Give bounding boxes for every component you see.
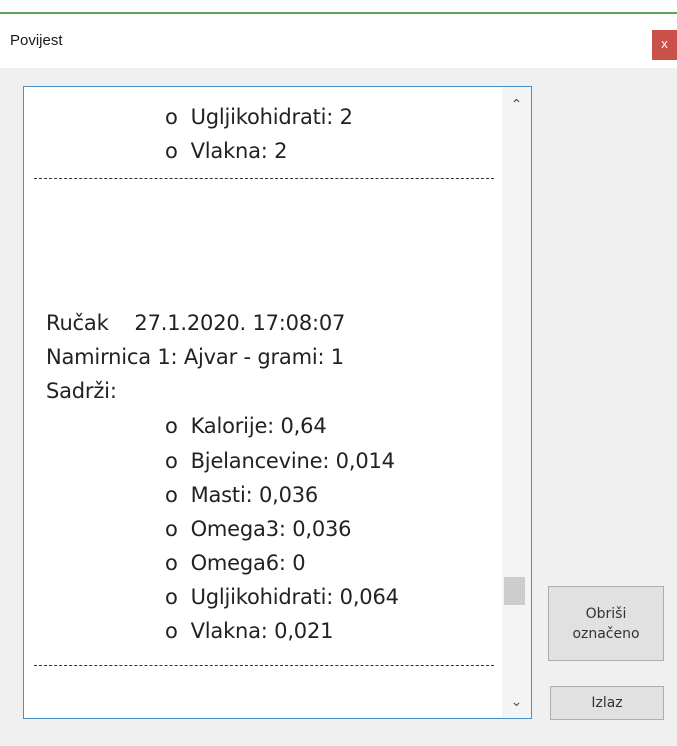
nutrient-line: o Vlakna: 0,021 — [165, 619, 334, 643]
scrollbar-thumb[interactable] — [504, 577, 525, 605]
nutrient-line: o Kalorije: 0,64 — [165, 414, 327, 438]
title-bar: Povijest x — [0, 14, 677, 68]
nutrient-line: o Ugljikohidrati: 2 — [165, 105, 353, 129]
close-button[interactable]: x — [652, 30, 677, 60]
exit-button[interactable]: Izlaz — [550, 686, 664, 720]
entry-header-line: Namirnica 1: Ajvar - grami: 1 — [46, 345, 344, 369]
nutrient-line: o Omega3: 0,036 — [165, 517, 352, 541]
nutrient-line: o Masti: 0,036 — [165, 483, 319, 507]
entry-header-line: Sadrži: — [46, 379, 117, 403]
history-content: o Ugljikohidrati: 2 o Vlakna: 2 Ručak 27.1… — [24, 87, 502, 718]
window-title: Povijest — [10, 32, 63, 49]
entry-separator — [34, 178, 494, 179]
entry-header-line: Ručak 27.1.2020. 17:08:07 — [46, 311, 346, 335]
exit-button-label: Izlaz — [591, 695, 623, 711]
nutrient-line: o Omega6: 0 — [165, 551, 306, 575]
entry-separator — [34, 665, 494, 666]
nutrient-line: o Bjelancevine: 0,014 — [165, 449, 395, 473]
nutrient-line: o Ugljikohidrati: 0,064 — [165, 585, 399, 609]
vertical-scrollbar[interactable]: ⌃ ⌄ — [502, 87, 531, 718]
delete-button-label-line-1: Obriši — [585, 605, 627, 622]
delete-button-label-line-2: označeno — [572, 625, 640, 642]
delete-selected-button[interactable]: Obriši označeno — [548, 586, 664, 661]
chevron-down-icon[interactable]: ⌄ — [502, 690, 531, 714]
history-list[interactable]: o Ugljikohidrati: 2 o Vlakna: 2 Ručak 27.1… — [23, 86, 532, 719]
close-icon: x — [661, 36, 668, 51]
history-window: Povijest x o Ugljikohidrati: 2 o Vlakna: … — [0, 12, 677, 746]
nutrient-line: o Vlakna: 2 — [165, 139, 288, 163]
chevron-up-icon[interactable]: ⌃ — [502, 93, 531, 117]
